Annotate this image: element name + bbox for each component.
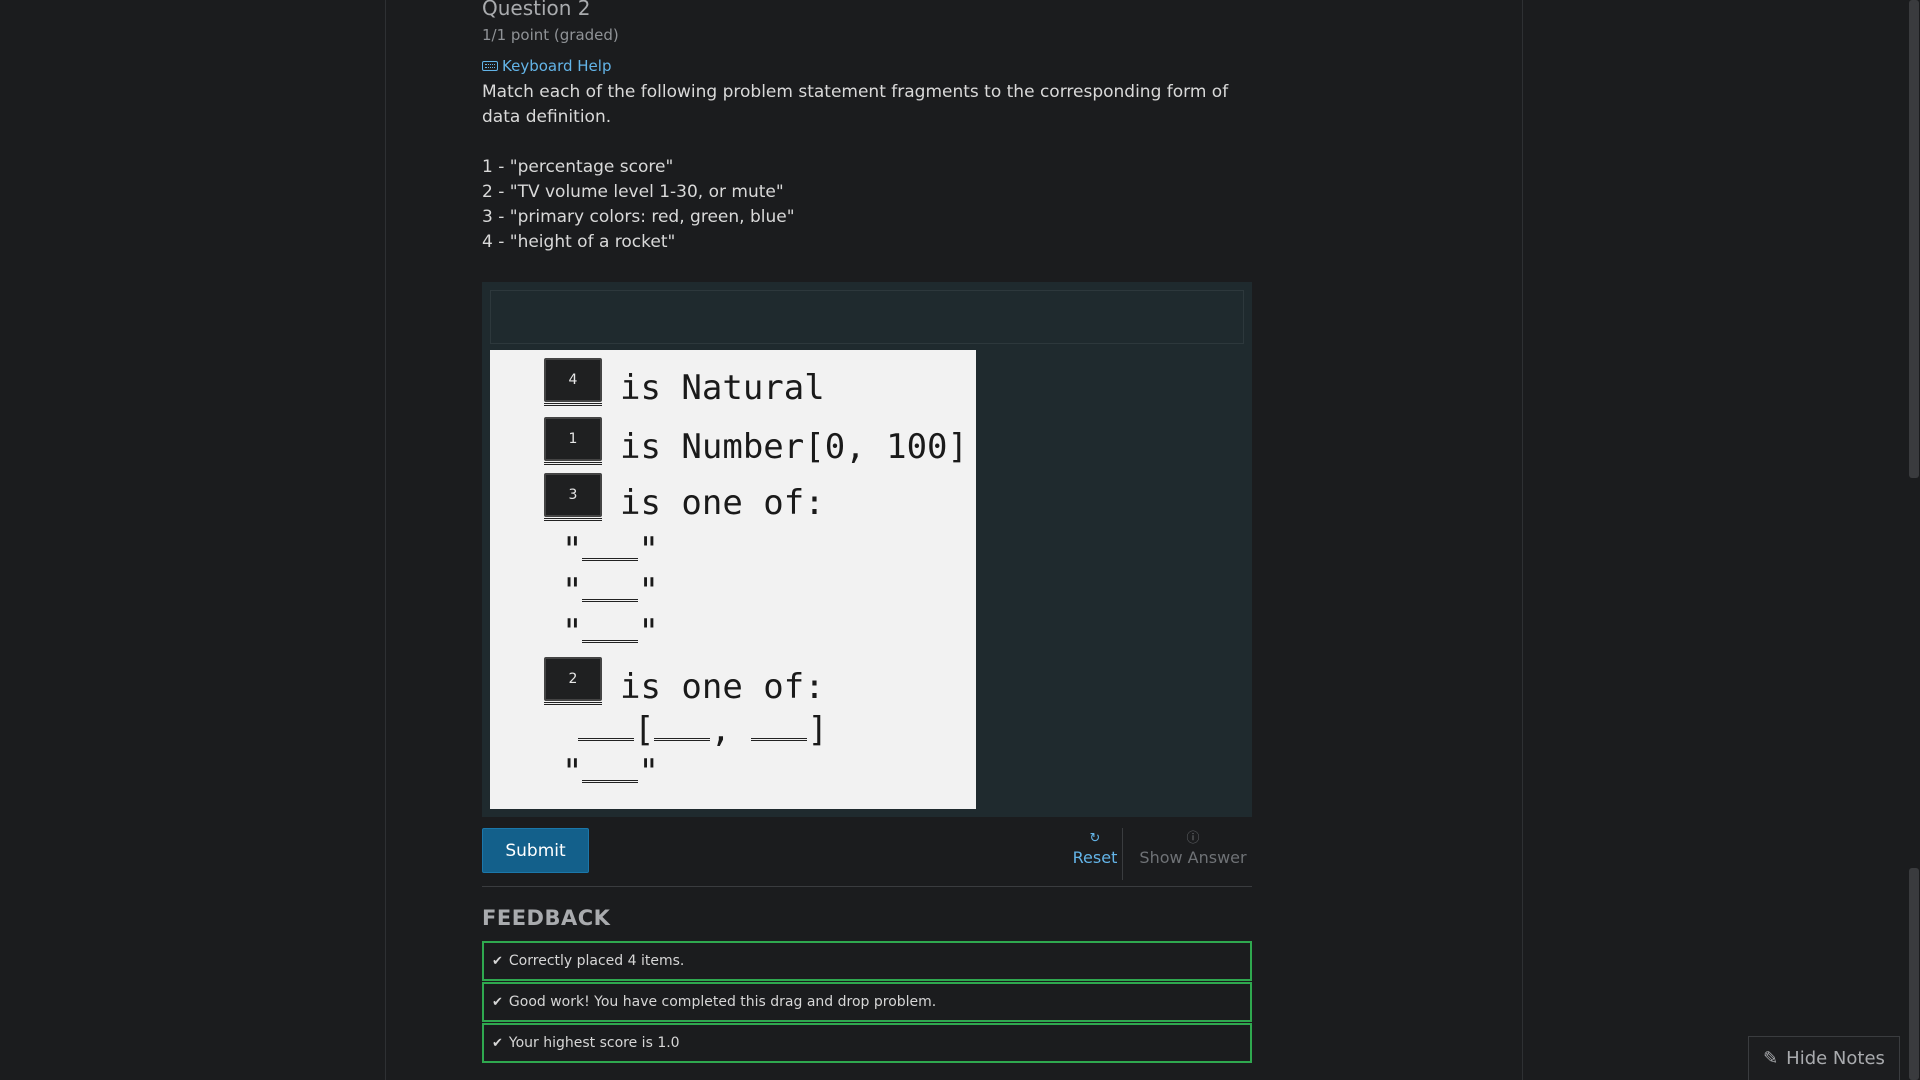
submit-button[interactable]: Submit [482, 828, 589, 873]
target-oneof-text-1: is one of: [620, 483, 825, 523]
prompt-fragment-2: 2 - "TV volume level 1-30, or mute" [482, 182, 784, 202]
placed-item[interactable]: 1 [544, 417, 602, 461]
problem-action-bar: Submit ↻ Reset ⓘ Show Answer [482, 828, 1252, 887]
drop-zone-natural[interactable]: 4 [544, 358, 602, 406]
placed-item[interactable]: 2 [544, 657, 602, 701]
enum-blank-4: " " [562, 752, 659, 792]
placed-item[interactable]: 3 [544, 473, 602, 517]
check-icon: ✔ [492, 1035, 503, 1051]
check-icon: ✔ [492, 994, 503, 1010]
feedback-text: Good work! You have completed this drag … [508, 994, 937, 1010]
prompt-instruction: Match each of the following problem stat… [482, 82, 1229, 127]
target-oneof-text-2: is one of: [620, 667, 825, 707]
hide-notes-button[interactable]: ✎ Hide Notes [1748, 1036, 1900, 1080]
feedback-title: FEEDBACK [482, 906, 611, 930]
page-scrollbar-thumb[interactable] [1909, 0, 1919, 478]
hide-notes-label: Hide Notes [1786, 1048, 1885, 1069]
keyboard-help-label: Keyboard Help [502, 57, 612, 75]
drop-zone-itemization[interactable]: 2 [544, 657, 602, 705]
reset-label: Reset [1072, 848, 1118, 867]
pencil-icon: ✎ [1763, 1048, 1779, 1069]
enum-blank-1: " " [562, 530, 659, 570]
prompt-fragment-1: 1 - "percentage score" [482, 157, 674, 177]
prompt-fragment-4: 4 - "height of a rocket" [482, 232, 676, 252]
refresh-icon: ↻ [1089, 831, 1101, 846]
target-image: 4 is Natural 1 is Number[0, 100] 3 is on… [490, 350, 976, 809]
feedback-text: Correctly placed 4 items. [508, 953, 685, 969]
page-scrollbar-thumb-lower[interactable] [1909, 868, 1919, 1080]
interval-blank: [, ] [578, 710, 828, 750]
question-title: Question 2 [482, 0, 591, 20]
prompt-fragment-3: 3 - "primary colors: red, green, blue" [482, 207, 795, 227]
keyboard-help-link[interactable]: Keyboard Help [482, 57, 611, 75]
drag-drop-area: 4 is Natural 1 is Number[0, 100] 3 is on… [482, 282, 1252, 817]
check-icon: ✔ [492, 953, 503, 969]
drop-zone-enumeration[interactable]: 3 [544, 473, 602, 521]
item-bank[interactable] [490, 290, 1244, 344]
feedback-message: ✔ Your highest score is 1.0 [482, 1023, 1252, 1063]
show-answer-label: Show Answer [1139, 848, 1247, 867]
problem-prompt: Match each of the following problem stat… [482, 80, 1252, 255]
keyboard-icon [482, 61, 498, 71]
info-icon: ⓘ [1186, 831, 1200, 846]
enum-blank-2: " " [562, 571, 659, 611]
feedback-text: Your highest score is 1.0 [508, 1035, 680, 1051]
question-points: 1/1 point (graded) [482, 26, 619, 44]
feedback-message: ✔ Good work! You have completed this dra… [482, 982, 1252, 1022]
placed-item[interactable]: 4 [544, 358, 602, 402]
enum-blank-3: " " [562, 612, 659, 652]
feedback-message: ✔ Correctly placed 4 items. [482, 941, 1252, 981]
show-answer-button[interactable]: ⓘ Show Answer [1134, 832, 1252, 872]
target-natural-text: is Natural [620, 368, 825, 408]
target-number-text: is Number[0, 100] [620, 427, 968, 467]
reset-button[interactable]: ↻ Reset [1060, 832, 1130, 872]
drop-zone-number[interactable]: 1 [544, 417, 602, 465]
action-separator [1122, 828, 1123, 880]
